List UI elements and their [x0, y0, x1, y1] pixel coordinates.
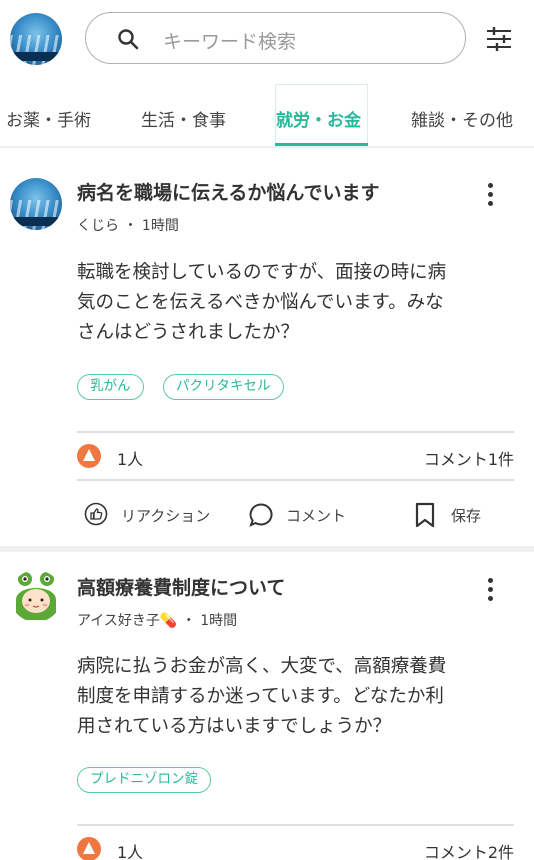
post-body-line: 転職を検討しているのですが、面接の時に病 — [77, 262, 447, 283]
more-options-icon[interactable] — [482, 576, 498, 602]
tab-life[interactable]: 生活・食事 — [141, 106, 226, 131]
reaction-label: リアクション — [121, 507, 211, 525]
thumbs-up-icon — [84, 502, 108, 526]
app-header: キーワード検索 — [0, 0, 534, 78]
tag-chip[interactable]: 乳がん — [77, 374, 144, 400]
category-tabs: お薬・手術 生活・食事 就労・お金 雑談・その他 — [0, 84, 534, 146]
post-meta: アイス好き子💊 ・ 1時間 — [77, 610, 237, 630]
post-divider — [0, 546, 534, 552]
reaction-count: 1人 — [117, 450, 144, 469]
reaction-icon — [77, 837, 101, 860]
search-input[interactable]: キーワード検索 — [85, 12, 466, 64]
meta-separator: ・ — [123, 218, 142, 234]
post-time: 1時間 — [141, 218, 179, 234]
comment-button[interactable]: コメント — [248, 502, 358, 528]
post-title[interactable]: 病名を職場に伝えるか悩んでいます — [77, 178, 379, 205]
post-body-line: 制度を申請するか迷っています。どなたか利 — [77, 686, 444, 707]
reaction-icon — [77, 444, 101, 468]
user-avatar[interactable] — [10, 13, 62, 65]
meta-separator: ・ — [181, 613, 201, 629]
post-time: 1時間 — [200, 613, 238, 629]
post-body-line: 病院に払うお金が高く、大変で、高額療養費 — [77, 656, 447, 677]
speech-bubble-icon — [249, 503, 273, 527]
frog-hood-avatar-icon — [16, 572, 56, 620]
reaction-button[interactable]: リアクション — [84, 502, 224, 528]
bookmark-icon — [415, 502, 435, 528]
search-icon — [118, 29, 139, 50]
post-author[interactable]: くじら — [77, 218, 119, 234]
tab-work-money[interactable]: 就労・お金 — [276, 106, 361, 131]
reaction-count: 1人 — [117, 843, 144, 860]
save-button[interactable]: 保存 — [414, 502, 494, 528]
post-body: 転職を検討しているのですが、面接の時に病 気のことを伝えるべきか悩んでいます。み… — [77, 258, 517, 348]
comment-label: コメント — [286, 507, 347, 525]
comment-count[interactable]: コメント1件 — [424, 446, 514, 470]
more-options-icon[interactable] — [482, 181, 498, 207]
avatar[interactable] — [10, 178, 62, 230]
comment-count[interactable]: コメント2件 — [424, 839, 514, 860]
tag-chip[interactable]: プレドニゾロン錠 — [77, 767, 211, 793]
post-body-line: 気のことを伝えるべきか悩んでいます。みな — [77, 292, 444, 313]
post-body-line: さんはどうされましたか？ — [77, 322, 300, 343]
tag-chip[interactable]: パクリタキセル — [163, 374, 284, 400]
avatar[interactable] — [10, 570, 62, 622]
search-placeholder: キーワード検索 — [163, 31, 297, 53]
post-title[interactable]: 高額療養費制度について — [77, 573, 285, 600]
post-meta: くじら ・ 1時間 — [77, 215, 179, 235]
tab-medicine[interactable]: お薬・手術 — [6, 106, 91, 131]
sliders-icon[interactable] — [485, 26, 513, 52]
save-label: 保存 — [451, 507, 482, 525]
post-author[interactable]: アイス好き子💊 — [77, 613, 177, 629]
post-body-line: 用されている方はいますでしょうか？ — [77, 716, 392, 737]
post-body: 病院に払うお金が高く、大変で、高額療養費 制度を申請するか迷っています。どなたか… — [77, 652, 517, 742]
tab-other[interactable]: 雑談・その他 — [411, 106, 513, 131]
